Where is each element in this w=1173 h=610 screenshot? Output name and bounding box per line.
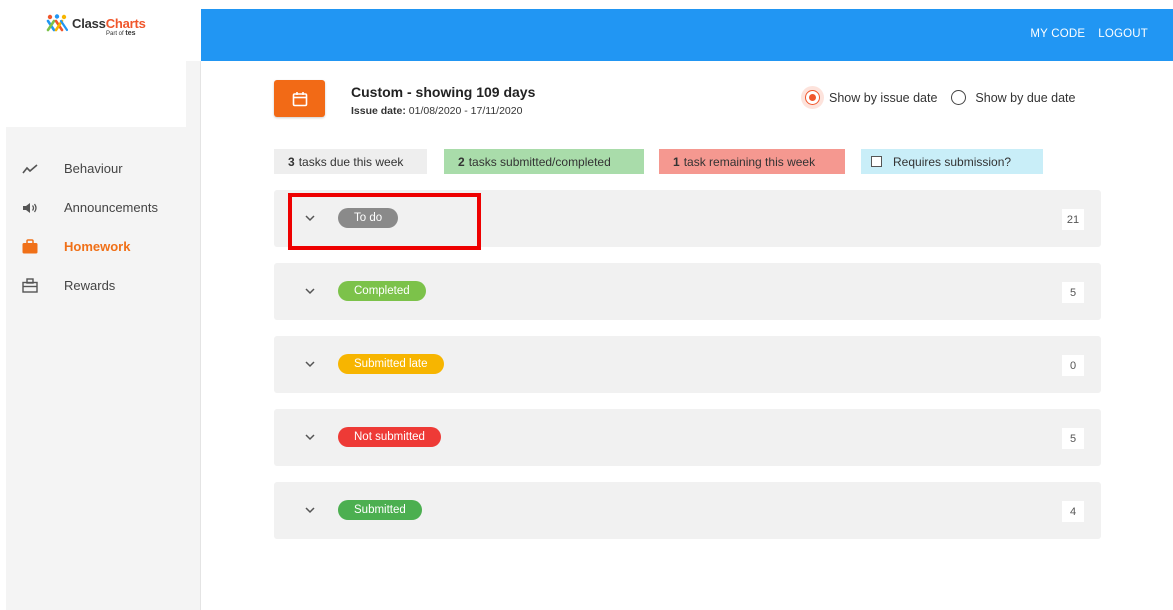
tasks-due-text: tasks due this week (298, 154, 404, 169)
sidebar-item-announcements[interactable]: Announcements (6, 188, 201, 227)
group-count: 5 (1062, 282, 1084, 303)
issue-date-value: 01/08/2020 - 17/11/2020 (408, 105, 523, 117)
requires-submission-label: Requires submission? (893, 154, 1012, 169)
logo-word-charts: Charts (105, 15, 146, 31)
app-frame: ClassCharts Part of tes Behaviour Announ… (0, 0, 1173, 610)
date-range-title: Custom - showing 109 days (351, 84, 536, 100)
calendar-icon (292, 91, 307, 106)
logo-subtitle: Part of tes (106, 30, 135, 37)
status-badge: To do (338, 208, 399, 228)
tasks-due-chip: 3 tasks due this week (274, 149, 427, 174)
chevron-down-icon (305, 215, 315, 222)
homework-group-not-submitted[interactable]: Not submitted 5 (274, 409, 1101, 466)
tasks-remaining-count: 1 (673, 154, 680, 169)
radio-checked-icon (805, 90, 820, 105)
my-code-link[interactable]: MY CODE (1030, 28, 1085, 40)
sidebar-item-rewards[interactable]: Rewards (6, 266, 201, 305)
radio-label: Show by due date (975, 90, 1076, 105)
tasks-remaining-text: task remaining this week (683, 154, 816, 169)
chevron-down-icon (305, 434, 315, 441)
sidebar-item-label: Announcements (64, 200, 158, 215)
briefcase-icon (20, 239, 40, 255)
status-badge: Completed (338, 281, 426, 301)
group-count: 0 (1062, 355, 1084, 376)
chevron-down-icon (305, 288, 315, 295)
sidebar-item-homework[interactable]: Homework (6, 227, 201, 266)
status-badge: Submitted late (338, 354, 444, 374)
date-filter-radio-group: Show by issue date Show by due date (805, 90, 1075, 105)
logo-area: ClassCharts Part of tes (6, 9, 201, 61)
top-bar-links: MY CODE LOGOUT (1030, 28, 1148, 40)
checkbox-icon (871, 156, 882, 167)
issue-date-label: Issue date: (351, 105, 406, 117)
requires-submission-checkbox[interactable]: Requires submission? (861, 149, 1043, 174)
logo-sub-prefix: Part of (106, 31, 124, 37)
radio-label: Show by issue date (829, 90, 938, 105)
homework-group-submitted-late[interactable]: Submitted late 0 (274, 336, 1101, 393)
group-count: 4 (1062, 501, 1084, 522)
gift-box-icon (20, 278, 40, 294)
sidebar-item-label: Homework (64, 239, 131, 254)
group-count: 21 (1062, 209, 1084, 230)
tasks-submitted-chip: 2 tasks submitted/completed (444, 149, 644, 174)
sidebar: ClassCharts Part of tes Behaviour Announ… (6, 9, 201, 610)
tasks-due-count: 3 (288, 154, 295, 169)
issue-date-range: Issue date: 01/08/2020 - 17/11/2020 (351, 105, 522, 117)
status-badge: Submitted (338, 500, 422, 520)
show-by-due-date-radio[interactable]: Show by due date (951, 90, 1075, 105)
homework-group-submitted[interactable]: Submitted 4 (274, 482, 1101, 539)
speaker-icon (20, 200, 40, 216)
tasks-submitted-text: tasks submitted/completed (468, 154, 611, 169)
logo-wordmark: ClassCharts (72, 16, 146, 31)
radio-unchecked-icon (951, 90, 967, 105)
logo-word-class: Class (72, 15, 106, 31)
sidebar-item-label: Behaviour (64, 161, 123, 176)
sidebar-item-behaviour[interactable]: Behaviour (6, 149, 201, 188)
homework-group-to-do[interactable]: To do 21 (274, 190, 1101, 247)
trend-line-icon (20, 161, 40, 177)
logo-sub-brand: tes (125, 30, 136, 37)
sidebar-item-label: Rewards (64, 278, 116, 293)
profile-card (6, 61, 186, 127)
chevron-down-icon (305, 507, 315, 514)
tasks-submitted-count: 2 (458, 154, 465, 169)
logout-link[interactable]: LOGOUT (1098, 28, 1148, 40)
date-range-button[interactable] (274, 80, 325, 117)
tasks-remaining-chip: 1 task remaining this week (659, 149, 845, 174)
show-by-issue-date-radio[interactable]: Show by issue date (805, 90, 937, 105)
homework-group-completed[interactable]: Completed 5 (274, 263, 1101, 320)
group-count: 5 (1062, 428, 1084, 449)
classcharts-logo-icon (46, 14, 69, 32)
top-bar: MY CODE LOGOUT (201, 9, 1173, 61)
sidebar-nav: Behaviour Announcements Homework Rewards (6, 149, 201, 305)
status-badge: Not submitted (338, 427, 441, 447)
chevron-down-icon (305, 361, 315, 368)
